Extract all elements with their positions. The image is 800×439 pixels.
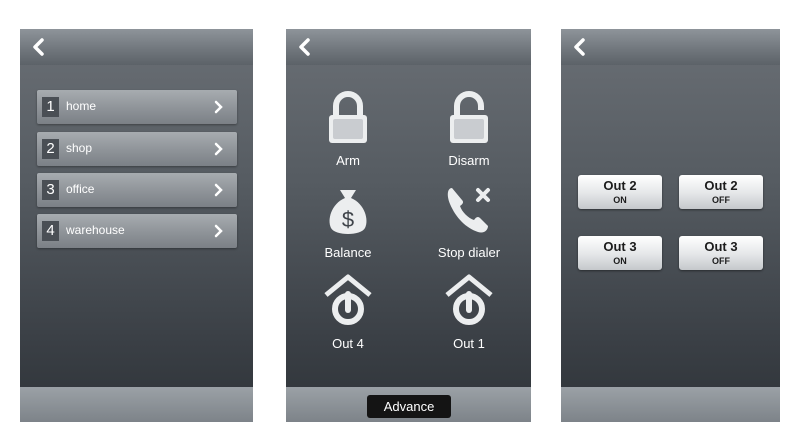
- out1-label: Out 1: [453, 336, 485, 351]
- location-name: office: [66, 182, 95, 196]
- stop-dialer-label: Stop dialer: [437, 245, 501, 260]
- chevron-right-icon: [214, 224, 223, 238]
- out3-off-button[interactable]: Out 3 OFF: [679, 236, 763, 270]
- controls-screen: Arm Disarm $ Balance Stop dialer Out 4 O…: [286, 29, 531, 422]
- location-row-office[interactable]: 3 office: [37, 173, 237, 207]
- button-state: OFF: [712, 256, 730, 266]
- location-number: 2: [42, 139, 59, 159]
- back-chevron-icon[interactable]: [570, 35, 590, 59]
- button-title: Out 3: [603, 239, 637, 254]
- button-title: Out 3: [704, 239, 738, 254]
- lock-open-icon: [450, 91, 488, 143]
- button-state: OFF: [712, 195, 730, 205]
- chevron-right-icon: [214, 183, 223, 197]
- out1-button[interactable]: Out 1: [421, 273, 517, 361]
- button-title: Out 2: [603, 178, 637, 193]
- top-bar: [561, 29, 780, 65]
- location-number: 1: [42, 97, 59, 117]
- out2-off-button[interactable]: Out 2 OFF: [679, 175, 763, 209]
- location-name: home: [66, 99, 97, 113]
- out2-on-button[interactable]: Out 2 ON: [578, 175, 662, 209]
- locations-screen: 1 home 2 shop 3 office 4 warehouse: [20, 29, 253, 422]
- house-power-icon: [445, 274, 493, 325]
- back-chevron-icon[interactable]: [295, 35, 315, 59]
- arm-button[interactable]: Arm: [300, 90, 396, 178]
- location-name: warehouse: [66, 223, 125, 237]
- stop-dialer-button[interactable]: Stop dialer: [421, 182, 517, 270]
- back-chevron-icon[interactable]: [29, 35, 49, 59]
- chevron-right-icon: [214, 100, 223, 114]
- disarm-label: Disarm: [448, 153, 490, 168]
- outputs-screen: Out 2 ON Out 2 OFF Out 3 ON Out 3 OFF: [561, 29, 780, 422]
- svg-text:$: $: [342, 207, 354, 232]
- out4-button[interactable]: Out 4: [300, 273, 396, 361]
- location-number: 3: [42, 180, 59, 200]
- disarm-button[interactable]: Disarm: [421, 90, 517, 178]
- location-number: 4: [42, 221, 59, 241]
- money-bag-icon: $: [329, 190, 367, 234]
- arm-label: Arm: [336, 153, 360, 168]
- location-row-shop[interactable]: 2 shop: [37, 132, 237, 166]
- top-bar: [286, 29, 531, 65]
- location-row-warehouse[interactable]: 4 warehouse: [37, 214, 237, 248]
- phone-cancel-icon: [447, 188, 490, 233]
- button-state: ON: [613, 256, 627, 266]
- location-row-home[interactable]: 1 home: [37, 90, 237, 124]
- out3-on-button[interactable]: Out 3 ON: [578, 236, 662, 270]
- bottom-bar: [561, 387, 780, 422]
- out4-label: Out 4: [332, 336, 364, 351]
- chevron-right-icon: [214, 142, 223, 156]
- lock-closed-icon: [329, 91, 367, 143]
- bottom-bar: [20, 387, 253, 422]
- balance-button[interactable]: $ Balance: [300, 182, 396, 270]
- top-bar: [20, 29, 253, 65]
- button-state: ON: [613, 195, 627, 205]
- bottom-bar: Advance: [286, 387, 531, 422]
- button-title: Out 2: [704, 178, 738, 193]
- advance-button[interactable]: Advance: [367, 395, 451, 418]
- location-name: shop: [66, 141, 93, 155]
- balance-label: Balance: [324, 245, 372, 260]
- house-power-icon: [324, 274, 372, 325]
